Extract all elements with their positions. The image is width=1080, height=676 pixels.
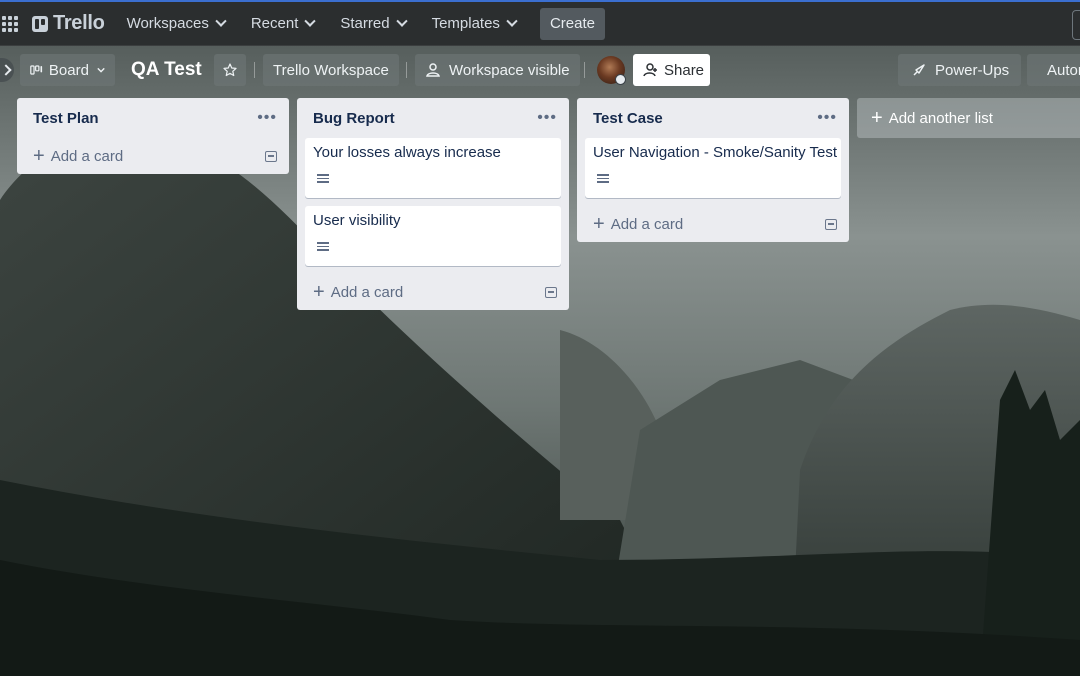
add-card-button[interactable]: + Add a card xyxy=(17,138,289,174)
workspace-button[interactable]: Trello Workspace xyxy=(263,54,399,86)
list-bug-report: Bug Report ••• Your losses always increa… xyxy=(297,98,569,310)
visibility-label: Workspace visible xyxy=(449,61,570,79)
board-header: Board QA Test Trello Workspace Workspace… xyxy=(0,46,1080,94)
plus-icon: + xyxy=(313,280,325,303)
add-card-button[interactable]: + Add a card xyxy=(297,274,569,310)
search-input[interactable] xyxy=(1072,10,1080,40)
star-board-button[interactable] xyxy=(214,54,246,86)
board-title[interactable]: QA Test xyxy=(131,59,202,81)
list-header: Bug Report ••• xyxy=(297,98,569,138)
description-icon xyxy=(317,174,329,183)
board-view-switcher[interactable]: Board xyxy=(20,54,115,86)
list-test-plan: Test Plan ••• + Add a card xyxy=(17,98,289,174)
chevron-down-icon xyxy=(395,15,408,27)
board-icon xyxy=(30,65,43,75)
template-icon[interactable] xyxy=(545,286,557,298)
chevron-down-icon xyxy=(215,15,227,27)
nav-menu-workspaces[interactable]: Workspaces xyxy=(119,8,233,40)
chevron-down-icon xyxy=(506,15,518,27)
list-test-case: Test Case ••• User Navigation - Smoke/Sa… xyxy=(577,98,849,242)
add-card-label: Add a card xyxy=(610,215,684,233)
apps-grid-icon[interactable] xyxy=(2,15,18,32)
sidebar-toggle-button[interactable] xyxy=(0,58,14,82)
card[interactable]: User Navigation - Smoke/Sanity Test xyxy=(585,138,841,198)
nav-menu-templates[interactable]: Templates xyxy=(424,8,524,40)
top-nav-bar: Trello Workspaces Recent Starred Templat… xyxy=(0,0,1080,46)
share-button[interactable]: Share xyxy=(633,54,710,86)
trello-logo-icon xyxy=(32,15,48,32)
plus-icon: + xyxy=(593,212,605,235)
plus-icon: + xyxy=(33,144,45,167)
card-title: User visibility xyxy=(313,212,401,229)
add-list-button[interactable]: + Add another list xyxy=(857,98,1080,138)
people-icon xyxy=(426,63,440,77)
description-icon xyxy=(317,242,329,251)
list-title[interactable]: Test Case xyxy=(593,110,663,127)
star-icon xyxy=(223,63,237,77)
nav-menu-label: Templates xyxy=(431,15,500,32)
card[interactable]: User visibility xyxy=(305,206,561,266)
template-icon[interactable] xyxy=(265,150,277,162)
more-icon[interactable]: ••• xyxy=(257,110,277,126)
trello-logo[interactable]: Trello xyxy=(32,12,105,35)
header-divider xyxy=(406,62,407,78)
header-divider xyxy=(584,62,585,78)
add-list-label: Add another list xyxy=(888,109,993,127)
logo-text: Trello xyxy=(53,12,105,34)
add-person-icon xyxy=(643,63,657,77)
more-icon[interactable]: ••• xyxy=(817,110,837,126)
template-icon[interactable] xyxy=(825,218,837,230)
create-button[interactable]: Create xyxy=(539,7,605,40)
rocket-icon xyxy=(913,64,925,76)
automation-button[interactable]: Automation xyxy=(1027,54,1080,86)
admin-badge-icon xyxy=(615,74,626,85)
nav-menu-starred[interactable]: Starred xyxy=(332,8,413,40)
power-ups-button[interactable]: Power-Ups xyxy=(898,54,1021,86)
card-title: User Navigation - Smoke/Sanity Test xyxy=(593,144,837,161)
nav-menu-label: Recent xyxy=(250,15,299,32)
add-card-label: Add a card xyxy=(50,147,124,165)
list-header: Test Case ••• xyxy=(577,98,849,138)
list-header: Test Plan ••• xyxy=(17,98,289,138)
add-card-button[interactable]: + Add a card xyxy=(577,206,849,242)
nav-menu-recent[interactable]: Recent xyxy=(243,8,323,40)
visibility-button[interactable]: Workspace visible xyxy=(415,54,580,86)
list-title[interactable]: Bug Report xyxy=(313,110,395,127)
nav-menu-label: Workspaces xyxy=(126,15,209,32)
card[interactable]: Your losses always increase xyxy=(305,138,561,198)
power-ups-label: Power-Ups xyxy=(935,61,1010,79)
board-view-label: Board xyxy=(48,61,89,79)
plus-icon: + xyxy=(871,106,883,129)
chevron-down-icon xyxy=(97,67,105,73)
more-icon[interactable]: ••• xyxy=(537,110,557,126)
list-title[interactable]: Test Plan xyxy=(33,110,99,127)
header-divider xyxy=(254,62,255,78)
add-card-label: Add a card xyxy=(330,283,404,301)
card-title: Your losses always increase xyxy=(313,144,501,161)
nav-menu-label: Starred xyxy=(340,15,390,32)
chevron-down-icon xyxy=(304,15,317,27)
share-label: Share xyxy=(664,61,705,79)
description-icon xyxy=(597,174,609,183)
automation-label: Automation xyxy=(1047,61,1080,79)
